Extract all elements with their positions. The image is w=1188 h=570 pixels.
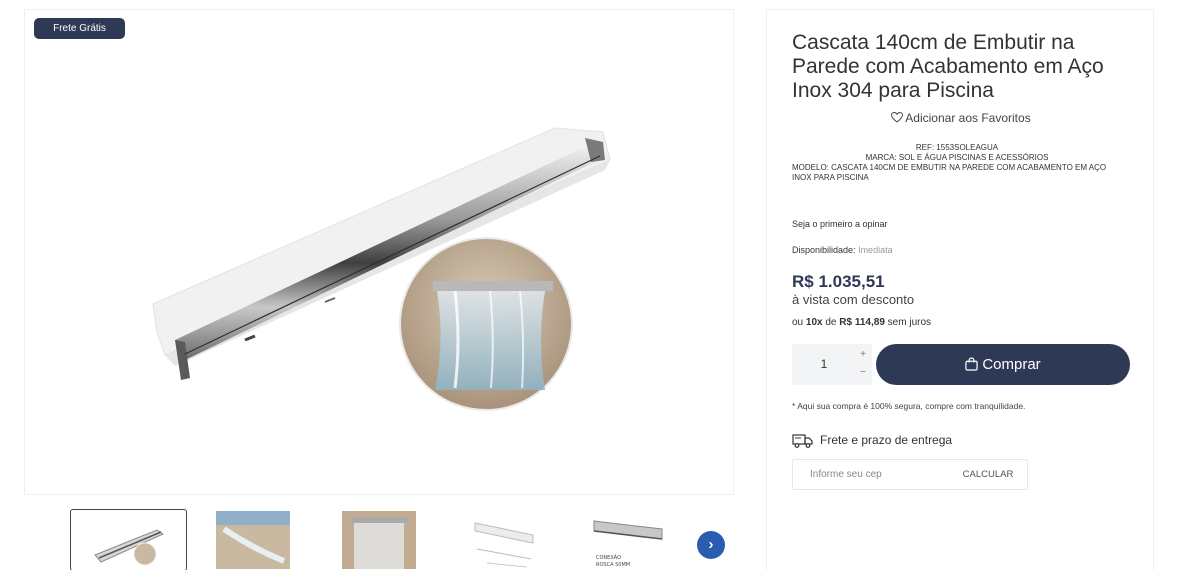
buy-button[interactable]: Comprar <box>876 344 1130 385</box>
product-meta: REF: 1553SOLEAGUA MARCA: SOL E ÁGUA PISC… <box>792 143 1122 183</box>
availability-label: Disponibilidade: <box>792 245 856 255</box>
product-details-panel: Cascata 140cm de Embutir na Parede com A… <box>766 9 1154 570</box>
svg-text:CONEXÃO: CONEXÃO <box>596 554 621 561</box>
thumbnail-4[interactable] <box>467 509 584 570</box>
thumbnail-3-image <box>342 511 416 569</box>
calculate-shipping-button[interactable]: CALCULAR <box>953 460 1023 489</box>
cep-form: CALCULAR <box>792 459 1028 490</box>
availability: Disponibilidade: Imediata <box>792 245 893 255</box>
installments-mid: de <box>825 317 837 328</box>
shipping-section-title: Frete e prazo de entrega <box>792 432 952 448</box>
installments: ou 10x de R$ 114,89 sem juros <box>792 317 931 328</box>
cash-discount-note: à vista com desconto <box>792 292 915 307</box>
availability-value: Imediata <box>858 245 893 255</box>
shipping-title: Frete e prazo de entrega <box>820 433 953 447</box>
quantity-decrease-button[interactable]: − <box>856 364 870 382</box>
quantity-input[interactable]: 1 <box>792 344 856 385</box>
favorites-label: Adicionar aos Favoritos <box>905 111 1031 125</box>
product-brand: MARCA: SOL E ÁGUA PISCINAS E ACESSÓRIOS <box>865 153 1049 162</box>
thumbnails-next-button[interactable]: › <box>697 531 725 559</box>
svg-text:ROSCA 50MM: ROSCA 50MM <box>596 562 630 568</box>
thumbnail-strip: CONEXÃO ROSCA 50MM › <box>0 503 740 570</box>
free-shipping-badge: Frete Grátis <box>34 18 125 39</box>
review-link[interactable]: Seja o primeiro a opinar <box>792 219 888 229</box>
shopping-bag-icon <box>965 357 978 371</box>
main-product-image[interactable]: Frete Grátis <box>24 9 734 495</box>
quantity-increase-button[interactable]: + <box>856 346 870 364</box>
chevron-right-icon: › <box>708 536 714 553</box>
thumbnail-2[interactable] <box>214 509 331 570</box>
product-title: Cascata 140cm de Embutir na Parede com A… <box>792 31 1104 102</box>
add-to-favorites-link[interactable]: Adicionar aos Favoritos <box>767 111 1155 125</box>
installments-value: R$ 114,89 <box>839 317 885 328</box>
thumbnail-5[interactable]: CONEXÃO ROSCA 50MM <box>592 509 709 570</box>
installments-suffix: sem juros <box>887 317 932 328</box>
installments-prefix: ou <box>792 317 804 328</box>
thumbnail-5-image: CONEXÃO ROSCA 50MM <box>593 520 663 568</box>
quantity-stepper: 1 + − <box>792 344 872 385</box>
product-model: MODELO: CASCATA 140CM DE EMBUTIR NA PARE… <box>792 163 1107 182</box>
truck-icon <box>792 434 813 448</box>
installments-count: 10x <box>805 317 823 328</box>
product-price: R$ 1.035,51 <box>792 272 885 291</box>
thumbnail-1[interactable] <box>70 509 187 570</box>
secure-purchase-note: * Aqui sua compra é 100% segura, compre … <box>792 401 1026 411</box>
product-photo <box>152 127 611 411</box>
thumbnail-2-image <box>216 511 290 569</box>
thumbnail-3[interactable] <box>340 509 457 570</box>
thumbnail-4-image <box>474 522 534 568</box>
heart-outline-icon <box>891 112 904 123</box>
cep-input[interactable] <box>793 460 943 489</box>
product-ref: REF: 1553SOLEAGUA <box>915 143 999 152</box>
thumbnail-1-image <box>94 529 165 566</box>
buy-label: Comprar <box>982 356 1041 373</box>
